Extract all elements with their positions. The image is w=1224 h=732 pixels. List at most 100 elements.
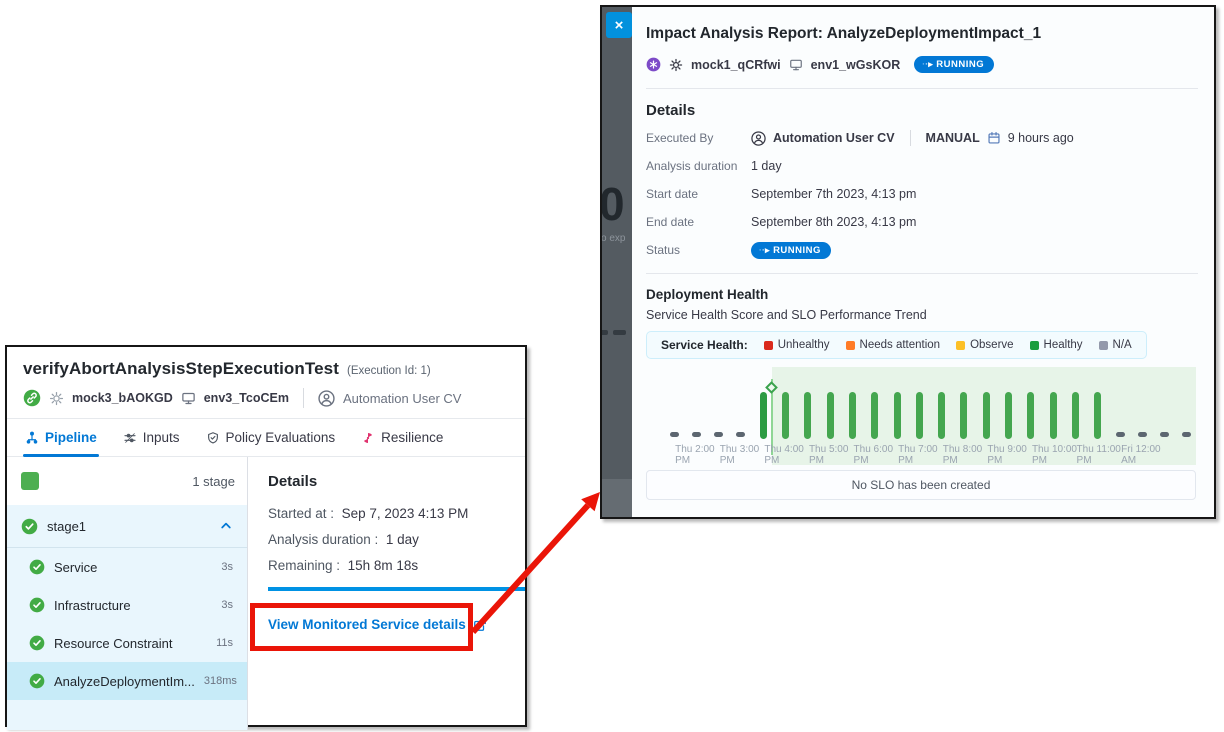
remaining-value: 15h 8m 18s: [348, 558, 419, 573]
legend-label: Observe: [970, 339, 1013, 351]
healthy-bar: [1027, 392, 1034, 439]
service-health-legend: Service Health: UnhealthyNeeds attention…: [646, 331, 1147, 359]
close-drawer-button[interactable]: ×: [606, 12, 632, 38]
legend-swatch: [1099, 341, 1108, 350]
tab-resilience[interactable]: Resilience: [361, 419, 443, 456]
step-duration: 3s: [221, 599, 233, 611]
step-duration: 318ms: [204, 675, 237, 687]
step-details: Details Started at : Sep 7, 2023 4:13 PM…: [248, 457, 525, 730]
legend-item: N/A: [1099, 339, 1132, 351]
report-meta-row: mock1_qCRfwi env1_wGsKOR ∙∙▸ RUNNING: [646, 56, 1198, 73]
deployment-health-section: Deployment Health Service Health Score a…: [646, 287, 1198, 500]
status-row: Status ∙∙▸ RUNNING: [646, 241, 1198, 259]
legend-label: Unhealthy: [778, 339, 830, 351]
executed-by-value: Automation User CV: [773, 131, 895, 145]
deployment-health-heading: Deployment Health: [646, 287, 1198, 302]
step-duration: 11s: [216, 637, 233, 649]
executed-by-row: Executed By Automation User CV MANUAL 9 …: [646, 129, 1198, 147]
healthy-bar: [827, 392, 834, 439]
healthy-bar: [871, 392, 878, 439]
stage-list: 1 stage stage1: [7, 457, 248, 730]
link-status-icon: [23, 389, 41, 407]
chevron-up-icon[interactable]: [219, 519, 233, 533]
step-row-analyze-deployment-impact[interactable]: AnalyzeDeploymentIm... 318ms: [7, 662, 247, 700]
healthy-bar: [916, 392, 923, 439]
start-date-row: Start date September 7th 2023, 4:13 pm: [646, 185, 1198, 203]
check-circle-icon: [29, 559, 45, 575]
analysis-duration-row: Analysis duration 1 day: [646, 157, 1198, 175]
background-dash: [613, 330, 626, 335]
remaining-line: Remaining : 15h 8m 18s: [268, 558, 525, 573]
status-badge: ∙∙▸ RUNNING: [751, 242, 831, 259]
section-divider: [646, 88, 1198, 89]
details-heading: Details: [646, 102, 1198, 119]
na-dash: [692, 432, 701, 437]
execution-header: verifyAbortAnalysisStepExecutionTest (Ex…: [7, 347, 525, 419]
na-dash: [1160, 432, 1169, 437]
end-date-value: September 8th 2023, 4:13 pm: [751, 215, 916, 229]
stage-group: stage1 Service 3s: [7, 505, 247, 730]
stage-row-stage1[interactable]: stage1: [7, 505, 247, 547]
background-big-number: 0: [602, 177, 625, 231]
execution-tabs: Pipeline Inputs Policy Evaluations Resil…: [7, 419, 525, 457]
impact-analysis-drawer: × 0 To exp Impact Analysis Report: Analy…: [600, 5, 1216, 519]
step-label: Service: [54, 560, 97, 575]
check-circle-icon: [29, 635, 45, 651]
executed-by-label: Executed By: [646, 131, 751, 145]
value-divider: [910, 130, 911, 146]
analysis-duration-value: 1 day: [386, 532, 419, 547]
check-circle-icon: [29, 597, 45, 613]
shield-check-icon: [206, 431, 220, 445]
healthy-bar: [960, 392, 967, 439]
legend-swatch: [764, 341, 773, 350]
trigger-type: MANUAL: [926, 131, 980, 145]
dimmed-background-strip: × 0 To exp: [602, 7, 632, 517]
section-divider: [646, 273, 1198, 274]
user-icon: [318, 390, 335, 407]
legend-item: Needs attention: [846, 339, 941, 351]
tab-resilience-label: Resilience: [381, 430, 443, 445]
background-dash: [602, 330, 608, 335]
report-title: Impact Analysis Report: AnalyzeDeploymen…: [646, 25, 1198, 43]
step-label: Infrastructure: [54, 598, 131, 613]
legend-item: Unhealthy: [764, 339, 830, 351]
execution-body: 1 stage stage1: [7, 457, 525, 730]
calendar-icon: [987, 131, 1001, 145]
step-row-infrastructure[interactable]: Infrastructure 3s: [7, 586, 247, 624]
status-label: Status: [646, 243, 751, 257]
view-monitored-service-link[interactable]: View Monitored Service details: [268, 617, 525, 632]
running-indicator-icon: ∙∙▸: [759, 245, 770, 256]
status-badge-label: RUNNING: [936, 59, 984, 70]
report-details-section: Details Executed By Automation User CV M…: [646, 102, 1198, 259]
background-partial-text: To exp: [602, 233, 625, 244]
health-source-icon: [646, 57, 661, 72]
execution-panel: verifyAbortAnalysisStepExecutionTest (Ex…: [5, 345, 527, 727]
step-row-resource-constraint[interactable]: Resource Constraint 11s: [7, 624, 247, 662]
tab-policy-evaluations-label: Policy Evaluations: [226, 430, 336, 445]
external-link-icon: [473, 618, 487, 632]
healthy-bar: [804, 392, 811, 439]
running-indicator-icon: ∙∙▸: [922, 59, 933, 70]
stage-name: stage1: [47, 519, 86, 534]
deployment-health-subtitle: Service Health Score and SLO Performance…: [646, 308, 1198, 322]
legend-label: Needs attention: [860, 339, 941, 351]
end-date-row: End date September 8th 2023, 4:13 pm: [646, 213, 1198, 231]
legend-item: Observe: [956, 339, 1013, 351]
screenshot-canvas: verifyAbortAnalysisStepExecutionTest (Ex…: [0, 0, 1224, 732]
check-circle-icon: [29, 673, 45, 689]
healthy-bar: [983, 392, 990, 439]
tab-pipeline[interactable]: Pipeline: [25, 419, 97, 456]
tab-policy-evaluations[interactable]: Policy Evaluations: [206, 419, 336, 456]
tab-inputs[interactable]: Inputs: [123, 419, 180, 456]
environment-name: env3_TcoCEm: [204, 391, 289, 405]
stage-count-row: 1 stage: [7, 457, 247, 505]
healthy-bar: [938, 392, 945, 439]
healthy-bar: [894, 392, 901, 439]
analysis-duration-label: Analysis duration: [646, 159, 751, 173]
na-dash: [1116, 432, 1125, 437]
step-row-service[interactable]: Service 3s: [7, 548, 247, 586]
analysis-duration-value: 1 day: [751, 159, 782, 173]
legend-swatch: [956, 341, 965, 350]
no-slo-message: No SLO has been created: [646, 470, 1196, 500]
na-dash: [714, 432, 723, 437]
